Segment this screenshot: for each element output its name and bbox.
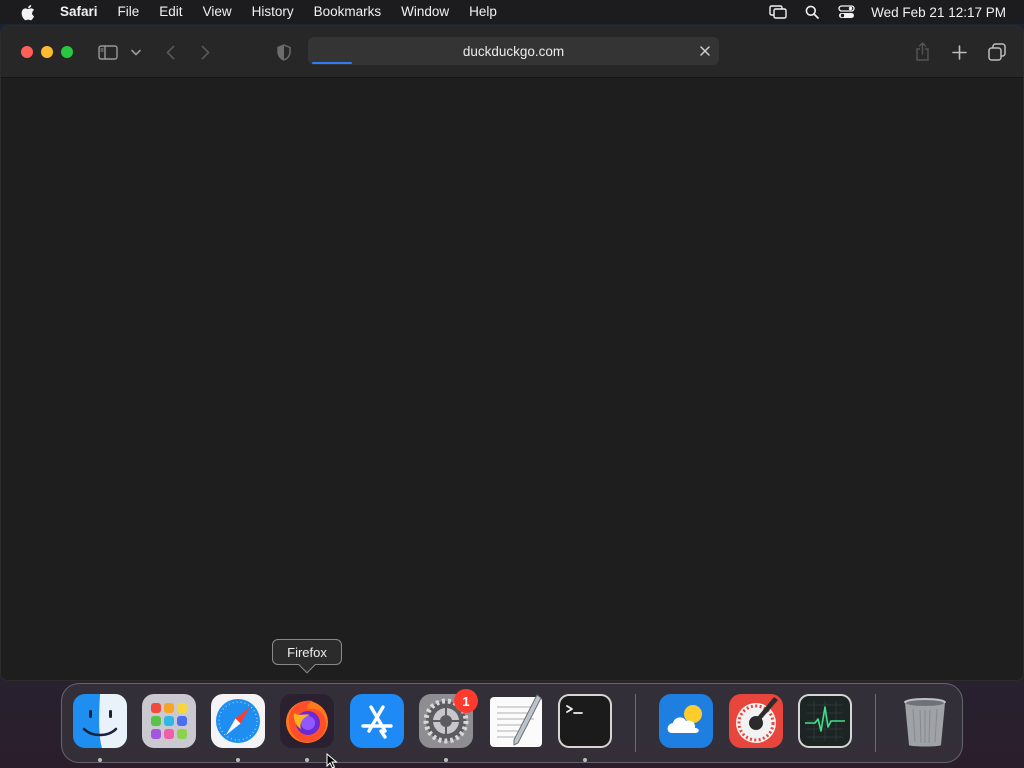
- dock-app-safari[interactable]: [210, 693, 266, 749]
- running-indicator-firefox: [305, 758, 309, 762]
- weather-icon: [659, 694, 713, 748]
- mouse-cursor-icon: [326, 753, 338, 768]
- new-tab-button[interactable]: [949, 42, 969, 62]
- dock-app-terminal[interactable]: [557, 693, 613, 749]
- dock-app-textedit[interactable]: [488, 693, 544, 749]
- window-zoom-button[interactable]: [61, 46, 73, 58]
- tab-group-dropdown[interactable]: [129, 46, 143, 58]
- menu-bar-clock[interactable]: Wed Feb 21 12:17 PM: [871, 5, 1006, 20]
- dock-app-weather[interactable]: [658, 693, 714, 749]
- launchpad-icon: [142, 694, 196, 748]
- dock-separator: [635, 694, 636, 752]
- tab-overview-button[interactable]: [986, 41, 1008, 63]
- stop-loading-button[interactable]: [697, 43, 713, 59]
- dock-app-app-store[interactable]: [349, 693, 405, 749]
- web-content-area[interactable]: [1, 79, 1023, 680]
- safari-window: duckduckgo.com: [0, 25, 1024, 681]
- browser-toolbar: duckduckgo.com: [1, 26, 1023, 78]
- safari-icon: [211, 694, 265, 748]
- app-store-icon: [350, 694, 404, 748]
- activity-monitor-icon: [798, 694, 852, 748]
- sidebar-toggle-button[interactable]: [97, 43, 119, 61]
- privacy-report-button[interactable]: [275, 42, 293, 62]
- menu-history[interactable]: History: [242, 0, 304, 24]
- running-indicator-terminal: [583, 758, 587, 762]
- chevron-down-icon: [131, 49, 141, 55]
- share-button[interactable]: [912, 40, 932, 62]
- sidebar-icon: [98, 44, 118, 60]
- dock-app-digital-color-meter[interactable]: [728, 693, 784, 749]
- menu-app-name[interactable]: Safari: [50, 0, 108, 24]
- dock-tooltip: Firefox: [272, 639, 342, 674]
- finder-icon: [73, 694, 127, 748]
- menu-window[interactable]: Window: [391, 0, 459, 24]
- back-button[interactable]: [161, 42, 179, 62]
- close-icon: [700, 46, 710, 56]
- dock: 1: [61, 683, 963, 763]
- textedit-icon: [490, 694, 542, 747]
- window-minimize-button[interactable]: [41, 46, 53, 58]
- apple-logo-icon[interactable]: [18, 3, 36, 21]
- trash-icon: [904, 698, 946, 747]
- menu-bar: Safari File Edit View History Bookmarks …: [0, 0, 1024, 24]
- chevron-left-icon: [166, 45, 174, 59]
- tab-overview-icon: [988, 43, 1006, 61]
- menu-view[interactable]: View: [193, 0, 242, 24]
- screen-mirroring-icon[interactable]: [769, 3, 787, 21]
- menu-help[interactable]: Help: [459, 0, 507, 24]
- notification-badge: 1: [454, 689, 478, 713]
- page-loading-progress: [312, 62, 353, 64]
- window-close-button[interactable]: [21, 46, 33, 58]
- address-text[interactable]: duckduckgo.com: [463, 44, 564, 59]
- dock-app-launchpad[interactable]: [141, 693, 197, 749]
- share-icon: [915, 41, 929, 61]
- firefox-icon: [280, 694, 334, 748]
- address-bar[interactable]: duckduckgo.com: [308, 37, 719, 65]
- dock-app-system-settings[interactable]: 1: [418, 689, 478, 749]
- menu-bookmarks[interactable]: Bookmarks: [304, 0, 392, 24]
- running-indicator-finder: [98, 758, 102, 762]
- spotlight-search-icon[interactable]: [803, 3, 821, 21]
- control-center-icon[interactable]: [837, 3, 855, 21]
- menu-edit[interactable]: Edit: [149, 0, 192, 24]
- running-indicator-safari: [236, 758, 240, 762]
- terminal-icon: [558, 694, 612, 748]
- plus-icon: [951, 44, 967, 60]
- dock-app-activity-monitor[interactable]: [797, 693, 853, 749]
- dock-app-firefox[interactable]: [279, 693, 335, 749]
- menu-file[interactable]: File: [108, 0, 150, 24]
- dock-trash[interactable]: [897, 693, 953, 749]
- dock-separator: [875, 694, 876, 752]
- chevron-right-icon: [201, 45, 209, 59]
- running-indicator-system-settings: [444, 758, 448, 762]
- color-meter-icon: [729, 694, 783, 748]
- dock-app-finder[interactable]: [72, 693, 128, 749]
- forward-button[interactable]: [196, 42, 214, 62]
- shield-icon: [277, 43, 291, 61]
